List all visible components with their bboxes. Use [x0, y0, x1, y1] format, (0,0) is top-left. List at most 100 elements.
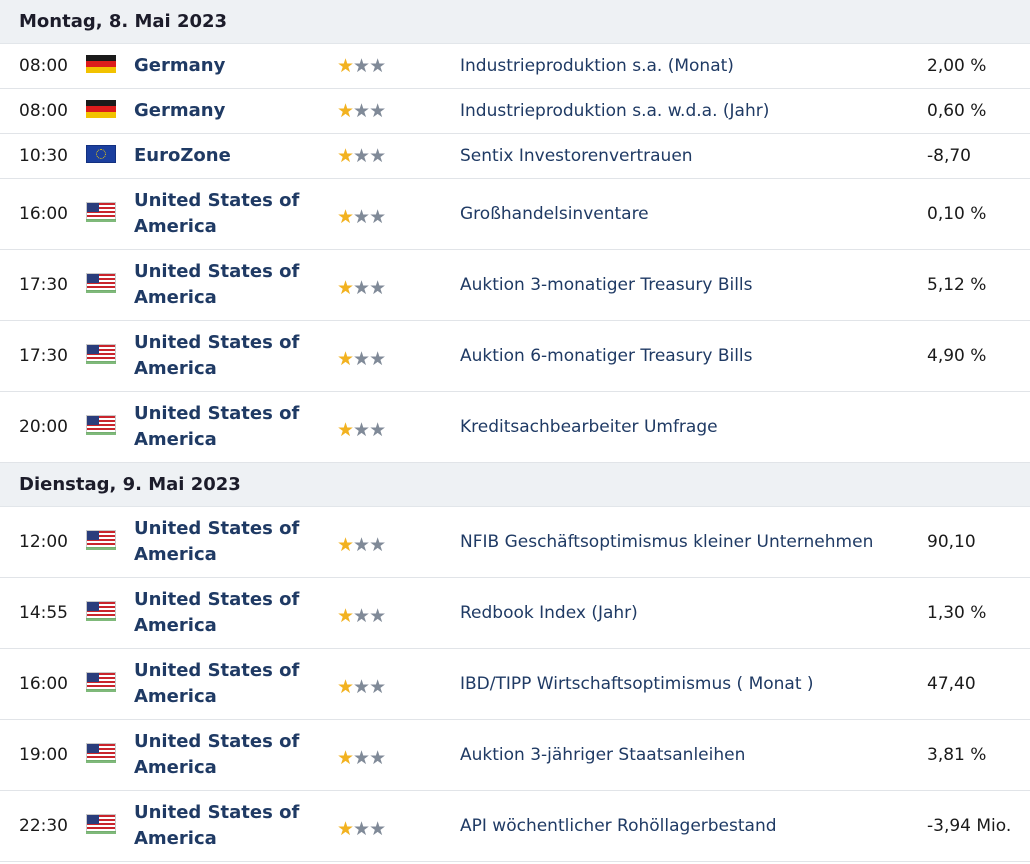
event-value: 0,10 %: [927, 204, 987, 224]
event-time: 22:30: [19, 816, 68, 836]
event-row[interactable]: 16:00 United States of America ★ ★ ★ IBD/T…: [0, 649, 1030, 720]
event-time: 08:00: [19, 101, 68, 121]
usa-flag-icon: [86, 814, 116, 834]
event-row[interactable]: 10:30 EuroZone ★ ★ ★ Sentix Investorenvert…: [0, 134, 1030, 179]
usa-flag-icon: [86, 344, 116, 364]
country-link[interactable]: United States of America: [134, 179, 314, 249]
country-link[interactable]: United States of America: [134, 720, 314, 790]
event-link[interactable]: API wöchentlicher Rohöllagerbestand: [460, 791, 900, 861]
event-time: 17:30: [19, 346, 68, 366]
event-link[interactable]: NFIB Geschäftsoptimismus kleiner Unterne…: [460, 507, 900, 577]
importance-rating: ★ ★ ★: [337, 179, 417, 249]
country-link[interactable]: United States of America: [134, 649, 314, 719]
event-link[interactable]: IBD/TIPP Wirtschaftsoptimismus ( Monat ): [460, 649, 900, 719]
star-icon: ★: [337, 145, 354, 167]
event-value: 4,90 %: [927, 346, 987, 366]
event-time: 16:00: [19, 204, 68, 224]
event-value: 47,40: [927, 674, 976, 694]
importance-rating: ★ ★ ★: [337, 791, 417, 861]
importance-rating: ★ ★ ★: [337, 649, 417, 719]
event-link[interactable]: Industrieproduktion s.a. (Monat): [460, 44, 900, 88]
star-icon: ★: [353, 419, 370, 441]
country-flag: [86, 791, 118, 861]
country-link[interactable]: Germany: [134, 89, 314, 133]
star-icon: ★: [337, 605, 354, 627]
event-time: 20:00: [19, 417, 68, 437]
day-header: Montag, 8. Mai 2023: [0, 0, 1030, 44]
usa-flag-icon: [86, 530, 116, 550]
event-time: 17:30: [19, 275, 68, 295]
country-link[interactable]: United States of America: [134, 250, 314, 320]
event-link[interactable]: Auktion 6-monatiger Treasury Bills: [460, 321, 900, 391]
country-flag: [86, 578, 118, 648]
star-icon: ★: [353, 206, 370, 228]
country-link[interactable]: United States of America: [134, 507, 314, 577]
event-link[interactable]: Redbook Index (Jahr): [460, 578, 900, 648]
event-value: 3,81 %: [927, 745, 987, 765]
country-flag: [86, 250, 118, 320]
star-icon: ★: [369, 747, 386, 769]
day-rows: 12:00 United States of America ★ ★ ★ NFIB …: [0, 507, 1030, 862]
germany-flag-icon: [86, 100, 116, 118]
country-link[interactable]: United States of America: [134, 321, 314, 391]
event-row[interactable]: 12:00 United States of America ★ ★ ★ NFIB …: [0, 507, 1030, 578]
star-icon: ★: [353, 277, 370, 299]
event-row[interactable]: 08:00 Germany ★ ★ ★ Industrieproduktion s.…: [0, 89, 1030, 134]
event-row[interactable]: 14:55 United States of America ★ ★ ★ Redbo…: [0, 578, 1030, 649]
country-flag: [86, 89, 118, 133]
eu-flag-icon: [86, 145, 116, 163]
country-flag: [86, 44, 118, 88]
event-row[interactable]: 20:00 United States of America ★ ★ ★ Kredi…: [0, 392, 1030, 463]
event-row[interactable]: 08:00 Germany ★ ★ ★ Industrieproduktion s.…: [0, 44, 1030, 89]
event-link[interactable]: Großhandelsinventare: [460, 179, 900, 249]
importance-rating: ★ ★ ★: [337, 720, 417, 790]
star-icon: ★: [369, 605, 386, 627]
event-link[interactable]: Kreditsachbearbeiter Umfrage: [460, 392, 900, 462]
star-icon: ★: [337, 818, 354, 840]
star-icon: ★: [353, 676, 370, 698]
country-flag: [86, 720, 118, 790]
star-icon: ★: [353, 145, 370, 167]
country-link[interactable]: United States of America: [134, 791, 314, 861]
event-value: -8,70: [927, 146, 971, 166]
country-link[interactable]: EuroZone: [134, 134, 314, 178]
star-icon: ★: [369, 818, 386, 840]
star-icon: ★: [337, 100, 354, 122]
day-rows: 08:00 Germany ★ ★ ★ Industrieproduktion s.…: [0, 44, 1030, 463]
star-icon: ★: [337, 348, 354, 370]
event-row[interactable]: 17:30 United States of America ★ ★ ★ Aukti…: [0, 250, 1030, 321]
event-row[interactable]: 17:30 United States of America ★ ★ ★ Aukti…: [0, 321, 1030, 392]
event-link[interactable]: Sentix Investorenvertrauen: [460, 134, 900, 178]
economic-calendar: Montag, 8. Mai 2023 08:00 Germany ★ ★ ★ In…: [0, 0, 1030, 862]
country-flag: [86, 134, 118, 178]
country-link[interactable]: Germany: [134, 44, 314, 88]
event-time: 16:00: [19, 674, 68, 694]
usa-flag-icon: [86, 273, 116, 293]
star-icon: ★: [369, 277, 386, 299]
star-icon: ★: [353, 747, 370, 769]
star-icon: ★: [337, 277, 354, 299]
star-icon: ★: [369, 145, 386, 167]
star-icon: ★: [337, 747, 354, 769]
star-icon: ★: [353, 818, 370, 840]
day-section: Montag, 8. Mai 2023 08:00 Germany ★ ★ ★ In…: [0, 0, 1030, 463]
star-icon: ★: [353, 100, 370, 122]
importance-rating: ★ ★ ★: [337, 507, 417, 577]
event-value: 90,10: [927, 532, 976, 552]
event-value: -3,94 Mio.: [927, 816, 1012, 836]
event-link[interactable]: Auktion 3-jähriger Staatsanleihen: [460, 720, 900, 790]
event-link[interactable]: Auktion 3-monatiger Treasury Bills: [460, 250, 900, 320]
event-time: 08:00: [19, 56, 68, 76]
country-flag: [86, 392, 118, 462]
event-link[interactable]: Industrieproduktion s.a. w.d.a. (Jahr): [460, 89, 900, 133]
usa-flag-icon: [86, 601, 116, 621]
event-row[interactable]: 22:30 United States of America ★ ★ ★ API w…: [0, 791, 1030, 862]
day-section: Dienstag, 9. Mai 2023 12:00 United State…: [0, 463, 1030, 862]
country-link[interactable]: United States of America: [134, 392, 314, 462]
importance-rating: ★ ★ ★: [337, 89, 417, 133]
country-link[interactable]: United States of America: [134, 578, 314, 648]
event-row[interactable]: 19:00 United States of America ★ ★ ★ Aukti…: [0, 720, 1030, 791]
event-row[interactable]: 16:00 United States of America ★ ★ ★ Großh…: [0, 179, 1030, 250]
event-time: 19:00: [19, 745, 68, 765]
usa-flag-icon: [86, 415, 116, 435]
